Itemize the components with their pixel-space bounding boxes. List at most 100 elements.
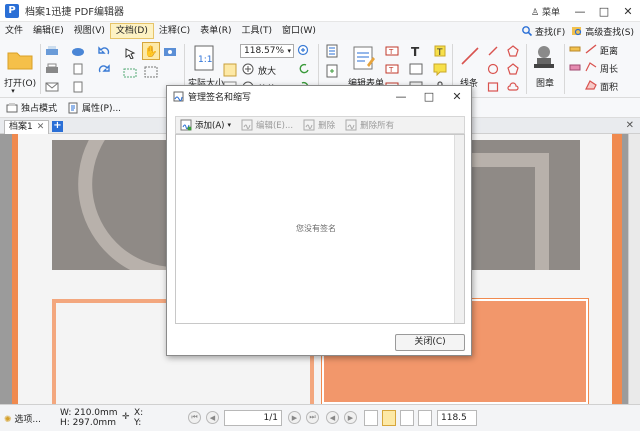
- delete-all-icon: [345, 119, 357, 131]
- add-signature-label: 添加(A): [195, 121, 225, 131]
- fit-page-icon[interactable]: [222, 62, 238, 78]
- edit-signature-button[interactable]: 编辑(E)...: [241, 119, 293, 131]
- cloud-icon[interactable]: [70, 44, 86, 58]
- note-icon[interactable]: [432, 62, 448, 76]
- svg-text:T: T: [388, 66, 394, 74]
- tab-close-icon[interactable]: ✕: [37, 121, 45, 134]
- zoom-in-icon[interactable]: [296, 44, 312, 58]
- signature-list-scrollbar[interactable]: [454, 135, 464, 323]
- rect-shape-icon[interactable]: [486, 80, 500, 94]
- actual-size-icon: 1:1: [194, 45, 214, 71]
- marquee-icon[interactable]: [142, 64, 160, 80]
- menu-view[interactable]: 视图(V): [69, 23, 110, 39]
- camera-icon[interactable]: [162, 44, 178, 58]
- signature-list[interactable]: 您没有签名: [175, 134, 465, 324]
- dialog-minimize-button[interactable]: —: [387, 86, 415, 107]
- menu-document[interactable]: 文档(D): [109, 23, 154, 39]
- undo-icon[interactable]: [96, 44, 112, 58]
- minimize-button[interactable]: —: [568, 0, 592, 22]
- vertical-scrollbar[interactable]: [628, 134, 640, 404]
- menu-form[interactable]: 表单(R): [195, 23, 236, 39]
- add-tab-button[interactable]: +: [52, 121, 63, 132]
- status-zoom-input[interactable]: 118.5: [437, 410, 477, 426]
- delete-signature-button[interactable]: 删除: [303, 119, 335, 131]
- new-page-icon[interactable]: [70, 62, 86, 76]
- eraser-icon[interactable]: [568, 60, 582, 74]
- open-button[interactable]: [4, 44, 36, 74]
- exclusive-mode-button[interactable]: 独占模式: [6, 101, 57, 114]
- prev-page-button[interactable]: ◀: [206, 411, 219, 424]
- single-page-view-icon[interactable]: [364, 410, 378, 426]
- snapshot-icon[interactable]: [122, 66, 138, 80]
- rotate-icon[interactable]: [296, 62, 312, 76]
- menu-edit[interactable]: 编辑(E): [28, 23, 69, 39]
- stamp-label: 图章: [536, 79, 555, 89]
- typewriter-icon[interactable]: T: [408, 44, 424, 58]
- delete-signature-label: 删除: [318, 121, 336, 131]
- area-icon[interactable]: [584, 78, 598, 92]
- facing-view-icon[interactable]: [400, 410, 414, 426]
- empty-list-message: 您没有签名: [296, 224, 336, 233]
- status-bar: ✺ 选项... W: 210.0mm H: 297.0mm ✛ X: Y: ⏮ …: [0, 404, 640, 431]
- menu-window[interactable]: 窗口(W): [277, 23, 321, 39]
- select-text-icon[interactable]: [122, 46, 138, 60]
- menu-file[interactable]: 文件: [0, 23, 28, 39]
- distance-icon[interactable]: [584, 42, 598, 56]
- circle-shape-icon[interactable]: [486, 62, 500, 76]
- insert-page-icon[interactable]: [324, 64, 340, 78]
- pentagon-icon[interactable]: [506, 62, 520, 76]
- actual-size-button[interactable]: 1:1: [190, 44, 218, 72]
- zoom-select[interactable]: 118.57% ▾: [240, 44, 294, 58]
- scan-icon[interactable]: [44, 44, 60, 58]
- arrow-icon[interactable]: [486, 44, 500, 58]
- print-icon[interactable]: [44, 62, 60, 76]
- polygon-icon[interactable]: [506, 44, 520, 58]
- cloud-shape-icon[interactable]: [506, 80, 520, 94]
- close-document-icon[interactable]: ✕: [626, 120, 634, 131]
- menu-bar: 文件 编辑(E) 视图(V) 文档(D) 注释(C) 表单(R) 工具(T) 窗…: [0, 22, 640, 40]
- first-page-button[interactable]: ⏮: [188, 411, 201, 424]
- edit-form-button[interactable]: [350, 44, 378, 72]
- continuous-facing-view-icon[interactable]: [418, 410, 432, 426]
- email-icon[interactable]: [44, 80, 60, 94]
- stamp-button[interactable]: [530, 42, 558, 72]
- redo-icon[interactable]: [96, 62, 112, 76]
- menu-comment[interactable]: 注释(C): [154, 23, 195, 39]
- close-window-button[interactable]: ✕: [616, 0, 640, 22]
- maximize-button[interactable]: □: [592, 0, 616, 22]
- zoom-plus-icon[interactable]: [240, 62, 256, 76]
- advanced-find-button[interactable]: 高级查找(S): [571, 25, 634, 38]
- callout-icon[interactable]: [408, 62, 424, 76]
- page-icon[interactable]: [70, 80, 86, 94]
- zoom-dropdown-icon: ▾: [287, 47, 291, 55]
- menu-tools[interactable]: 工具(T): [236, 23, 277, 39]
- options-button[interactable]: ✺ 选项...: [4, 412, 41, 425]
- document-tab[interactable]: 档案1 ✕: [4, 120, 50, 134]
- ruler-icon[interactable]: [568, 42, 582, 56]
- cursor-x-label: X:: [134, 408, 144, 418]
- highlight-icon[interactable]: T: [432, 44, 448, 58]
- next-page-button[interactable]: ▶: [288, 411, 301, 424]
- back-button[interactable]: ◀: [326, 411, 339, 424]
- open-dropdown-icon[interactable]: ▾: [8, 86, 18, 96]
- delete-all-signatures-button[interactable]: 删除所有: [345, 119, 394, 131]
- page-layout-icon[interactable]: [324, 44, 340, 58]
- dialog-close-button[interactable]: 关闭(C): [395, 334, 465, 351]
- perimeter-icon[interactable]: [584, 60, 598, 74]
- last-page-icon: ⏭: [309, 413, 316, 421]
- line-tool-icon[interactable]: [458, 44, 482, 68]
- hand-tool-button[interactable]: ✋: [142, 42, 160, 60]
- dialog-close-icon[interactable]: ✕: [443, 86, 471, 107]
- last-page-button[interactable]: ⏭: [306, 411, 319, 424]
- forward-button[interactable]: ▶: [344, 411, 357, 424]
- find-button[interactable]: 查找(F): [521, 25, 565, 38]
- add-signature-button[interactable]: 添加(A) ▾: [180, 119, 231, 131]
- text-box-icon[interactable]: T: [384, 62, 400, 76]
- text-field-icon[interactable]: T: [384, 44, 400, 58]
- page-number-input[interactable]: 1/1: [224, 410, 282, 426]
- properties-button[interactable]: 属性(P)...: [67, 101, 121, 114]
- window-title: 档案1迅捷 PDF编辑器: [25, 7, 125, 18]
- main-menu-link[interactable]: ♙ 菜单: [531, 5, 560, 18]
- continuous-view-icon[interactable]: [382, 410, 396, 426]
- dialog-maximize-button[interactable]: □: [415, 86, 443, 107]
